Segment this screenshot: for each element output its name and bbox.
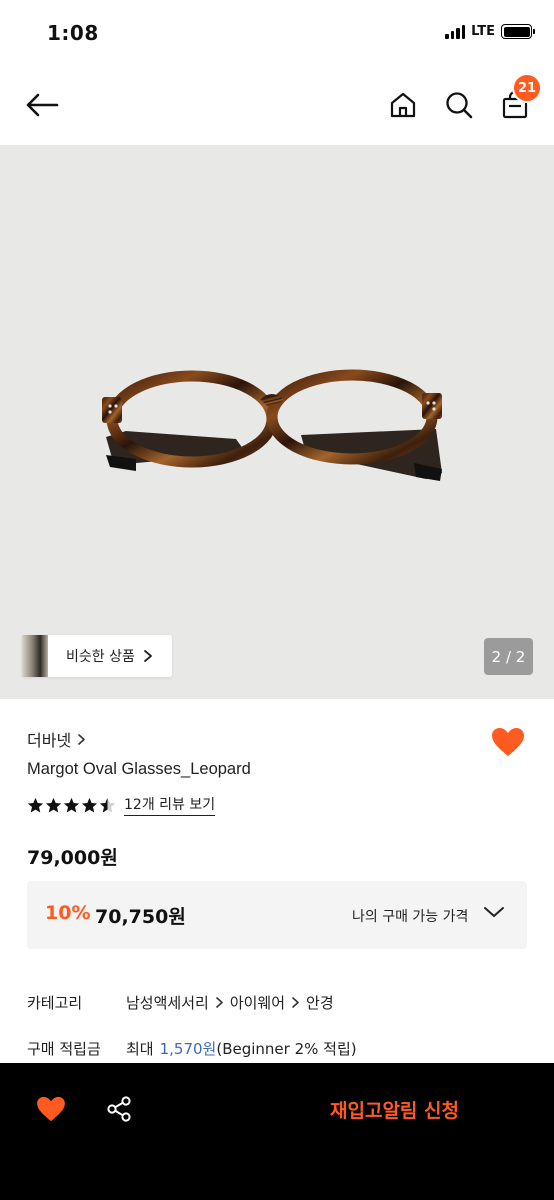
discount-price: 70,750원 bbox=[95, 906, 186, 928]
chevron-right-icon bbox=[78, 733, 85, 745]
category-label: 카테고리 bbox=[27, 994, 83, 1012]
discount-rate: 10% bbox=[45, 902, 91, 924]
my-price-box[interactable]: 10% 70,750원 나의 구매 가능 가격 bbox=[27, 881, 527, 949]
status-bar: 1:08 LTE bbox=[0, 0, 554, 66]
star-filled-icon bbox=[63, 797, 80, 813]
back-button[interactable] bbox=[24, 88, 60, 122]
bottom-action-bar: 재입고알림 신청 bbox=[0, 1063, 554, 1200]
category-path: 남성액세서리 아이웨어 안경 bbox=[126, 992, 334, 1013]
glasses-product-image bbox=[102, 369, 442, 481]
similar-products-button[interactable]: 비슷한 상품 bbox=[22, 635, 172, 677]
chevron-right-icon bbox=[291, 996, 300, 1009]
signal-icon bbox=[445, 24, 466, 39]
share-button[interactable] bbox=[104, 1094, 134, 1124]
similar-products-label: 비슷한 상품 bbox=[66, 649, 135, 665]
status-indicators: LTE bbox=[445, 24, 535, 39]
chevron-down-icon bbox=[484, 907, 504, 917]
rating-stars bbox=[27, 797, 116, 814]
home-button[interactable] bbox=[386, 88, 420, 122]
top-nav-bar bbox=[0, 66, 554, 145]
points-value: 최대 1,570원 (Beginner 2% 적립) bbox=[126, 1038, 357, 1059]
category-level-2[interactable]: 아이웨어 bbox=[230, 992, 285, 1013]
search-icon bbox=[446, 92, 473, 119]
review-link[interactable]: 12개 리뷰 보기 bbox=[124, 795, 216, 816]
points-suffix: (Beginner 2% 적립) bbox=[216, 1040, 357, 1058]
category-row: 카테고리 남성액세서리 아이웨어 안경 bbox=[27, 992, 334, 1013]
bottom-wishlist-button[interactable] bbox=[36, 1094, 66, 1124]
category-level-1[interactable]: 남성액세서리 bbox=[126, 992, 209, 1013]
points-prefix: 최대 bbox=[126, 1040, 154, 1058]
star-filled-icon bbox=[45, 797, 62, 813]
rating-row: 12개 리뷰 보기 bbox=[27, 795, 216, 816]
star-filled-icon bbox=[27, 797, 44, 813]
heart-filled-icon bbox=[492, 728, 524, 756]
back-arrow-icon bbox=[26, 93, 59, 117]
restock-alert-button[interactable]: 재입고알림 신청 bbox=[330, 1093, 459, 1125]
heart-filled-icon bbox=[37, 1096, 65, 1122]
star-half-icon bbox=[99, 797, 116, 813]
home-icon bbox=[390, 92, 416, 118]
chevron-right-icon bbox=[143, 649, 153, 663]
chevron-right-icon bbox=[215, 996, 224, 1009]
category-level-3[interactable]: 안경 bbox=[306, 992, 334, 1013]
product-name: Margot Oval Glasses_Leopard bbox=[27, 760, 251, 778]
points-row: 구매 적립금 최대 1,570원 (Beginner 2% 적립) bbox=[27, 1038, 357, 1059]
my-price-label: 나의 구매 가능 가격 bbox=[352, 909, 469, 925]
points-label: 구매 적립금 bbox=[27, 1040, 101, 1058]
share-icon bbox=[107, 1096, 131, 1122]
product-price: 79,000원 bbox=[27, 847, 118, 869]
product-image-carousel[interactable]: 비슷한 상품 2 / 2 bbox=[0, 145, 554, 699]
similar-product-thumbnail bbox=[22, 635, 48, 677]
network-type: LTE bbox=[471, 24, 495, 39]
image-counter: 2 / 2 bbox=[484, 638, 533, 675]
cart-count-badge: 21 bbox=[512, 73, 542, 103]
status-time: 1:08 bbox=[47, 21, 99, 45]
brand-name: 더바넷 bbox=[27, 731, 72, 750]
star-filled-icon bbox=[81, 797, 98, 813]
battery-icon bbox=[501, 24, 535, 39]
wishlist-heart-button[interactable] bbox=[490, 724, 526, 760]
points-amount: 1,570원 bbox=[159, 1040, 217, 1058]
search-button[interactable] bbox=[442, 88, 476, 122]
brand-link[interactable]: 더바넷 bbox=[27, 727, 86, 751]
